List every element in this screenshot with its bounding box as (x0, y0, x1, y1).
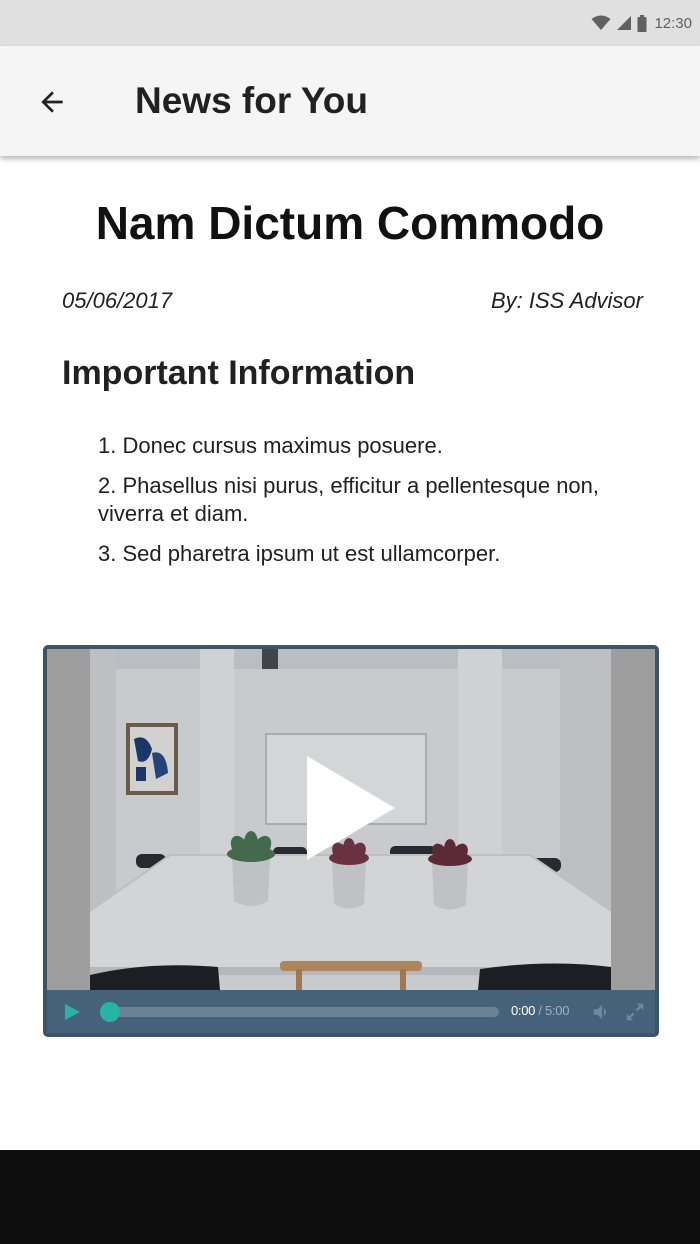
current-time: 0:00 (511, 1003, 536, 1018)
progress-handle[interactable] (100, 1002, 120, 1022)
fullscreen-button[interactable] (624, 1001, 646, 1023)
volume-button[interactable] (591, 1001, 613, 1023)
article-title: Nam Dictum Commodo (95, 197, 605, 249)
arrow-back-icon (41, 91, 63, 113)
video-controls: 0:00 / 5:00 (47, 990, 655, 1033)
fullscreen-icon (626, 1003, 644, 1021)
time-display: 0:00 / 5:00 (511, 1003, 569, 1018)
battery-icon (637, 14, 647, 32)
signal-icon (617, 16, 632, 30)
volume-icon (593, 1004, 607, 1020)
status-icons: 12:30 (591, 12, 692, 34)
app-bar: News for You (0, 46, 700, 156)
navigation-bar (0, 1150, 700, 1244)
list-item: 2. Phasellus nisi purus, efficitur a pel… (98, 473, 600, 526)
article-date: 05/06/2017 (62, 288, 173, 313)
status-time: 12:30 (654, 14, 692, 32)
video-frame[interactable] (47, 649, 655, 990)
play-button[interactable] (61, 1001, 83, 1023)
back-button[interactable] (26, 74, 78, 130)
app-title: News for You (135, 80, 369, 121)
play-icon (65, 1004, 80, 1020)
wifi-icon (591, 15, 611, 30)
info-list: 1. Donec cursus maximus posuere. 2. Phas… (98, 432, 658, 580)
list-item: 3. Sed pharetra ipsum ut est ullamcorper… (98, 541, 501, 566)
progress-bar[interactable] (107, 1007, 499, 1017)
status-bar: 12:30 (0, 0, 700, 46)
video-player: 0:00 / 5:00 (43, 645, 659, 1037)
article-author: By: ISS Advisor (490, 288, 643, 313)
section-heading: Important Information (62, 354, 416, 392)
play-icon (307, 756, 395, 860)
play-overlay-button[interactable] (303, 754, 399, 862)
time-separator: / (538, 1003, 542, 1018)
article-content: Nam Dictum Commodo 05/06/2017 By: ISS Ad… (0, 156, 700, 1150)
list-item: 1. Donec cursus maximus posuere. (98, 433, 443, 458)
total-time: 5:00 (545, 1003, 570, 1018)
